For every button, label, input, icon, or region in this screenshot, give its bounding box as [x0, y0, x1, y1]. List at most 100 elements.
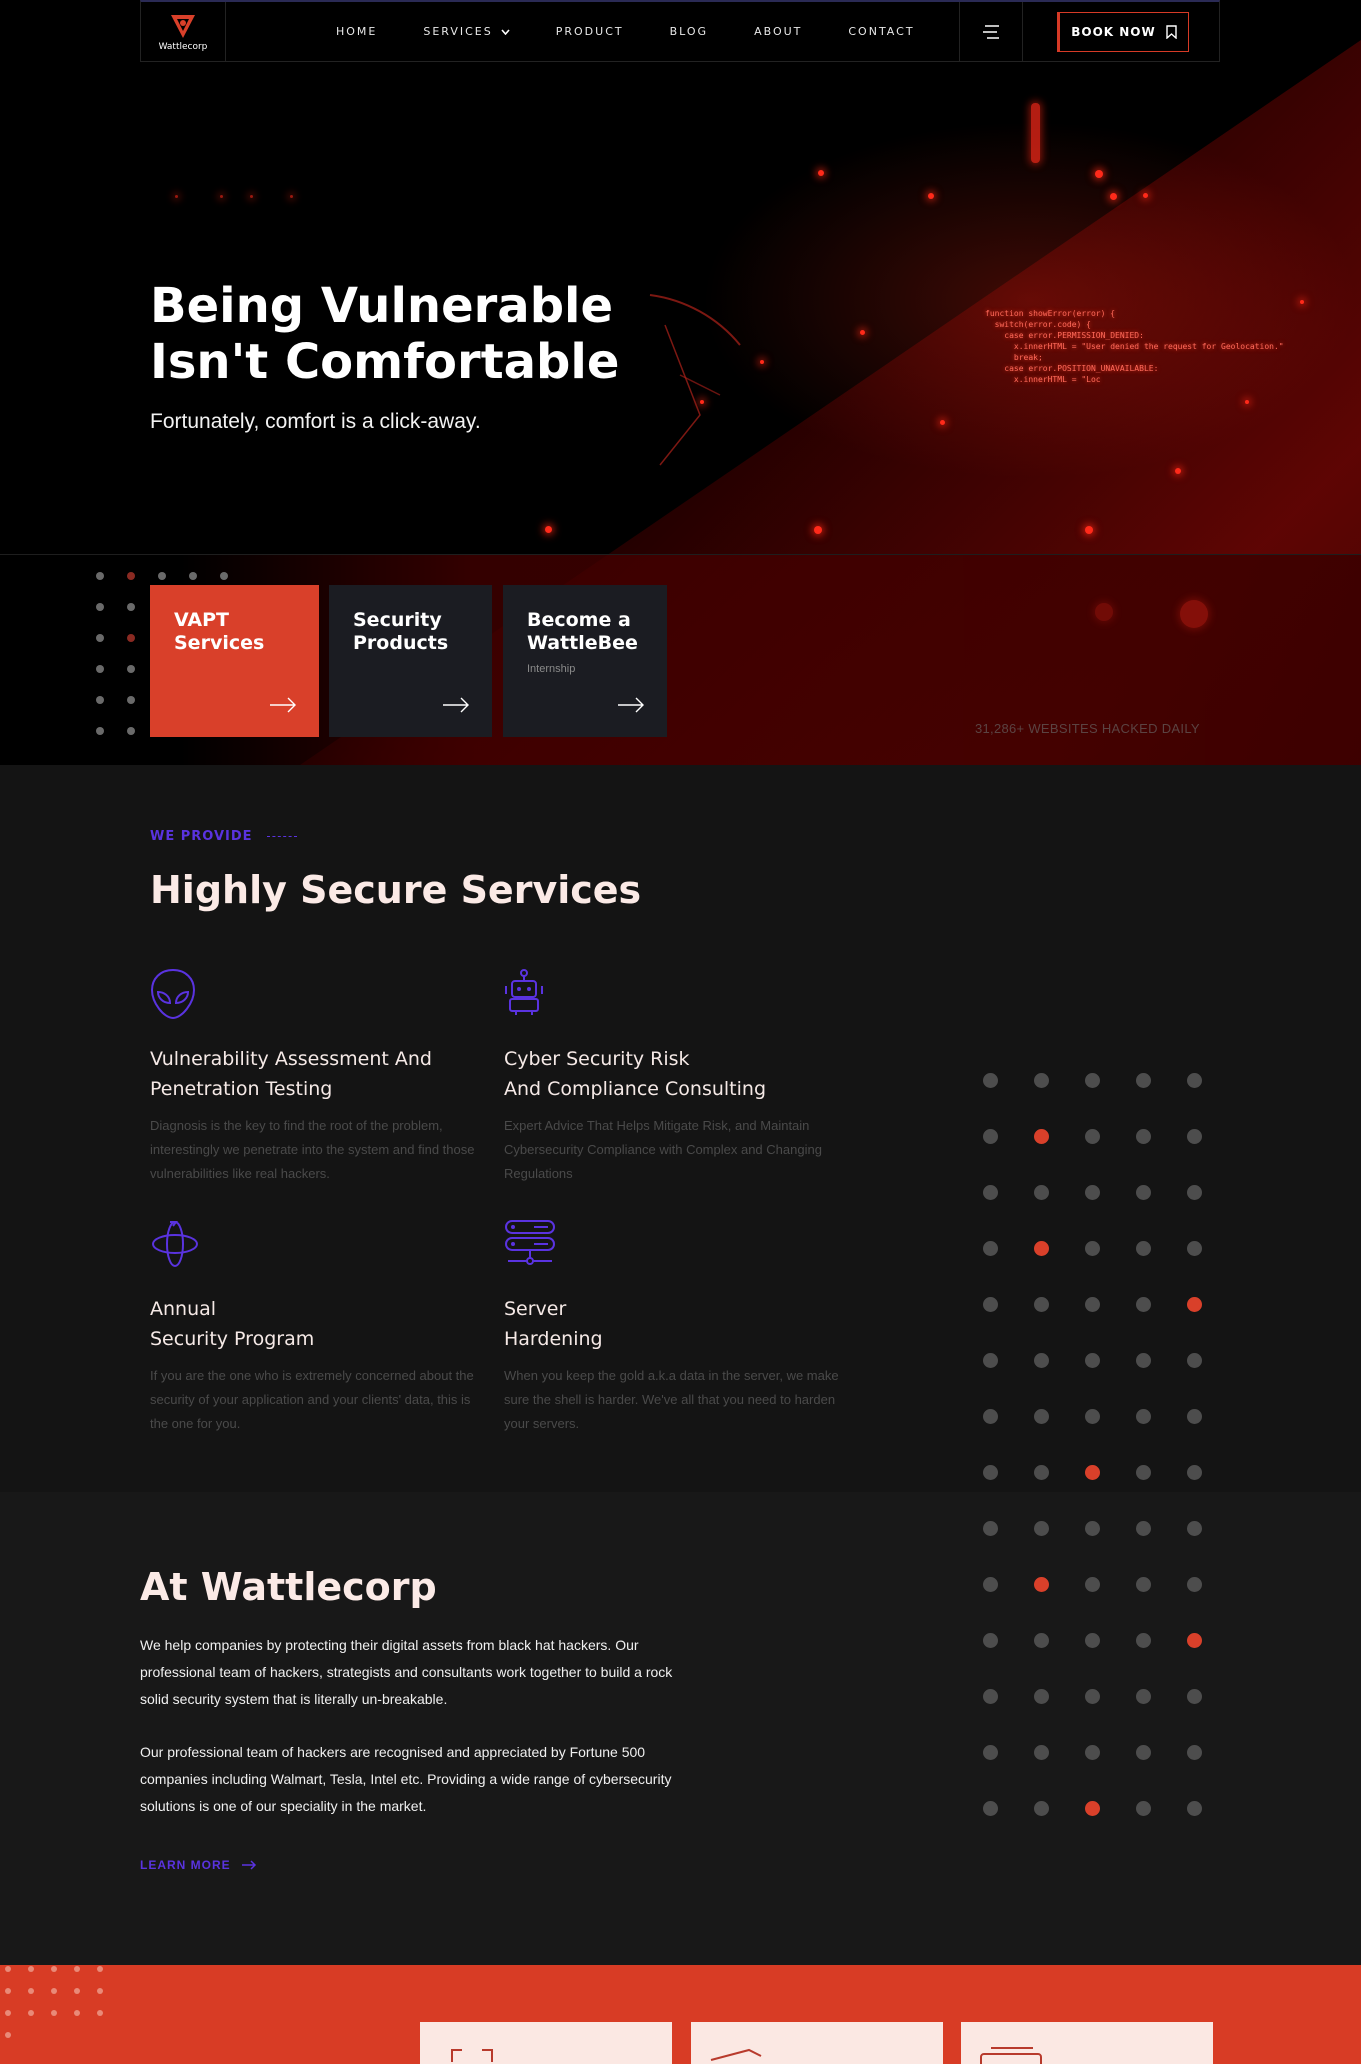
service-description: When you keep the gold a.k.a data in the…: [504, 1368, 839, 1431]
wattlecorp-logo-icon: [171, 14, 195, 38]
band-dot-grid: [5, 1966, 103, 2038]
card-title-line2: WattleBee: [527, 632, 638, 654]
service-annual-program[interactable]: Annual Security Program If you are the on…: [150, 1218, 490, 1436]
service-title: Vulnerability Assessment And Penetration …: [150, 1044, 490, 1104]
top-navbar: Wattlecorp HOME SERVICES PRODUCT BLOG AB…: [140, 0, 1220, 62]
particle: [1095, 170, 1103, 178]
bookmark-icon: [1166, 25, 1177, 39]
hero-title-line2: Isn't Comfortable: [150, 334, 620, 390]
nav-link-product[interactable]: PRODUCT: [556, 25, 624, 38]
particle: [1031, 103, 1040, 163]
service-title-line2: Security Program: [150, 1328, 315, 1350]
service-title: Annual Security Program: [150, 1294, 490, 1354]
service-compliance[interactable]: Cyber Security Risk And Compliance Consul…: [504, 968, 844, 1186]
service-title-line1: Vulnerability Assessment And: [150, 1048, 432, 1070]
nav-link-home[interactable]: HOME: [336, 25, 377, 38]
particle: [928, 193, 934, 199]
particle: [290, 195, 293, 198]
nav-link-services-label: SERVICES: [423, 25, 493, 38]
arrow-right-icon: [443, 697, 469, 713]
card-title-line1: Security: [353, 609, 442, 631]
service-description: Diagnosis is the key to find the root of…: [150, 1118, 475, 1181]
bracket-icon: [451, 2049, 493, 2062]
card-title: Security Products: [353, 609, 468, 655]
card-security-products[interactable]: Security Products: [329, 585, 492, 737]
code-snippet: function showError(error) { switch(error…: [985, 309, 1284, 384]
book-now-label: BOOK NOW: [1071, 25, 1156, 39]
nav-links: HOME SERVICES PRODUCT BLOG ABOUT CONTACT: [336, 25, 915, 38]
service-title: Cyber Security Risk And Compliance Consul…: [504, 1044, 844, 1104]
card-title-line2: Products: [353, 632, 449, 654]
card-title-line1: VAPT: [174, 609, 230, 631]
particle: [818, 170, 824, 176]
particle: [220, 195, 223, 198]
particle: [1180, 600, 1208, 628]
card-become-wattlebee[interactable]: Become a WattleBee Internship: [503, 585, 667, 737]
particle: [1175, 468, 1181, 474]
hero-title-line1: Being Vulnerable: [150, 278, 614, 334]
services-eyebrow: WE PROVIDE: [150, 829, 297, 844]
hero-title: Being Vulnerable Isn't Comfortable: [150, 278, 619, 390]
hero-glow: [700, 120, 1360, 480]
browser-icon: [980, 2047, 1042, 2064]
service-title-line1: Annual: [150, 1298, 217, 1320]
learn-more-link[interactable]: LEARN MORE: [140, 1858, 257, 1872]
particle: [250, 195, 253, 198]
particle: [1110, 193, 1117, 200]
arrow-right-icon: [270, 697, 296, 713]
about-paragraph-2: Our professional team of hackers are rec…: [140, 1744, 672, 1814]
server-icon: [504, 1218, 844, 1274]
about-paragraph-1: We help companies by protecting their di…: [140, 1637, 673, 1707]
bottom-card[interactable]: [691, 2022, 943, 2064]
bottom-card[interactable]: [420, 2022, 672, 2064]
particle: [1245, 400, 1249, 404]
particle: [1085, 526, 1093, 534]
nav-link-services[interactable]: SERVICES: [423, 25, 510, 38]
service-description: Expert Advice That Helps Mitigate Risk, …: [504, 1118, 822, 1181]
about-title: At Wattlecorp: [140, 1565, 437, 1609]
service-title-line1: Server: [504, 1298, 567, 1320]
card-subtitle: Internship: [527, 663, 576, 675]
nav-link-about[interactable]: ABOUT: [754, 25, 802, 38]
particle: [545, 526, 552, 533]
bottom-card[interactable]: [961, 2022, 1213, 2064]
hero-section: function showError(error) { switch(error…: [0, 0, 1361, 765]
arrow-right-icon: [241, 1860, 256, 1870]
decorative-dot-grid: [983, 1073, 1202, 1816]
particle: [814, 526, 822, 534]
particle: [1143, 193, 1148, 198]
eyebrow-label: WE PROVIDE: [150, 829, 253, 844]
service-server-hardening[interactable]: Server Hardening When you keep the gold a…: [504, 1218, 844, 1436]
logo[interactable]: Wattlecorp: [141, 1, 226, 62]
nav-link-contact[interactable]: CONTACT: [848, 25, 914, 38]
arrow-right-icon: [618, 697, 644, 713]
card-title: VAPT Services: [174, 609, 295, 655]
service-vapt[interactable]: Vulnerability Assessment And Penetration …: [150, 968, 490, 1186]
hero-divider: [0, 554, 1361, 555]
card-title: Become a WattleBee: [527, 609, 643, 655]
eyebrow-dash: [266, 836, 297, 837]
robot-icon: [504, 968, 844, 1024]
learn-more-label: LEARN MORE: [140, 1858, 231, 1872]
card-title-line2: Services: [174, 632, 265, 654]
particle: [760, 360, 764, 364]
particle: [1095, 603, 1113, 621]
radar-arc-graphic: [649, 294, 741, 466]
ticket-icon: [710, 2048, 762, 2061]
menu-button[interactable]: [959, 2, 1023, 62]
particle: [860, 330, 865, 335]
service-title: Server Hardening: [504, 1294, 844, 1354]
hamburger-icon: [983, 25, 999, 39]
service-title-line2: Hardening: [504, 1328, 603, 1350]
logo-text: Wattlecorp: [158, 41, 208, 52]
chevron-down-icon: [501, 28, 510, 35]
book-now-button[interactable]: BOOK NOW: [1057, 12, 1189, 52]
service-title-line2: And Compliance Consulting: [504, 1078, 767, 1100]
particle: [940, 420, 945, 425]
card-vapt-services[interactable]: VAPT Services: [150, 585, 319, 737]
nav-link-blog[interactable]: BLOG: [670, 25, 708, 38]
service-title-line1: Cyber Security Risk: [504, 1048, 690, 1070]
particle: [1300, 300, 1304, 304]
hacked-counter: 31,286+ WEBSITES HACKED DAILY: [975, 721, 1200, 736]
orbit-icon: [150, 1218, 490, 1274]
